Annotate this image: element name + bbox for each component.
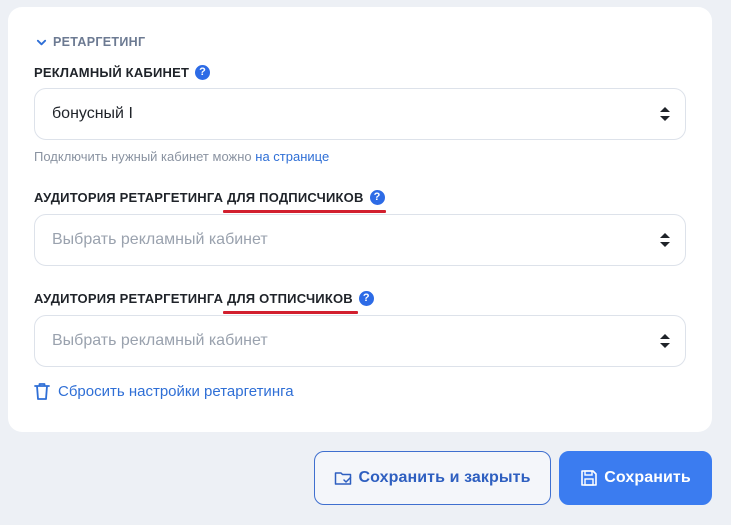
subscribers-audience-select[interactable]: Выбрать рекламный кабинет [34, 214, 686, 266]
hint-link[interactable]: на странице [255, 149, 329, 164]
label-end: ДЛЯ ПОДПИСЧИКОВ [227, 189, 364, 205]
label-start: АУДИТОРИЯ РЕТАРГЕТИНГА [34, 290, 224, 306]
sort-arrows-icon [660, 334, 670, 348]
help-icon[interactable]: ? [358, 290, 374, 306]
annotation-underline [223, 209, 386, 213]
label-end-wrap: ДЛЯ ПОДПИСЧИКОВ [223, 189, 386, 213]
save-and-close-label: Сохранить и закрыть [358, 469, 531, 486]
unsubscribers-audience-label: АУДИТОРИЯ РЕТАРГЕТИНГА ДЛЯ ОТПИСЧИКОВ ? [34, 288, 374, 314]
save-button[interactable]: Сохранить [559, 451, 712, 505]
reset-retargeting-button[interactable]: Сбросить настройки ретаргетинга [34, 379, 294, 403]
hint-text: Подключить нужный кабинет можно [34, 149, 252, 164]
unsubscribers-audience-placeholder: Выбрать рекламный кабинет [52, 332, 268, 349]
help-icon[interactable]: ? [195, 64, 211, 80]
floppy-disk-icon [581, 470, 598, 486]
label-start: АУДИТОРИЯ РЕТАРГЕТИНГА [34, 189, 224, 205]
ad-cabinet-value: бонусный I [52, 105, 133, 122]
folder-check-icon [335, 472, 352, 485]
retargeting-card: РЕТАРГЕТИНГ РЕКЛАМНЫЙ КАБИНЕТ ? бонусный… [8, 7, 712, 432]
reset-label: Сбросить настройки ретаргетинга [58, 382, 294, 400]
section-title: РЕТАРГЕТИНГ [53, 35, 146, 49]
ad-cabinet-hint: Подключить нужный кабинет можно на стран… [34, 149, 329, 164]
unsubscribers-audience-label-text: АУДИТОРИЯ РЕТАРГЕТИНГА ДЛЯ ОТПИСЧИКОВ [34, 290, 358, 314]
help-icon[interactable]: ? [369, 189, 385, 205]
ad-cabinet-label-text: РЕКЛАМНЫЙ КАБИНЕТ [34, 64, 190, 80]
label-end-wrap: ДЛЯ ОТПИСЧИКОВ [223, 290, 358, 314]
subscribers-audience-label-text: АУДИТОРИЯ РЕТАРГЕТИНГА ДЛЯ ПОДПИСЧИКОВ [34, 189, 386, 213]
save-and-close-button[interactable]: Сохранить и закрыть [314, 451, 551, 505]
sort-arrows-icon [660, 233, 670, 247]
ad-cabinet-label: РЕКЛАМНЫЙ КАБИНЕТ ? [34, 62, 211, 82]
trash-icon [34, 383, 50, 400]
subscribers-audience-placeholder: Выбрать рекламный кабинет [52, 231, 268, 248]
unsubscribers-audience-select[interactable]: Выбрать рекламный кабинет [34, 315, 686, 367]
sort-arrows-icon [660, 107, 670, 121]
retargeting-section-toggle[interactable]: РЕТАРГЕТИНГ [36, 29, 145, 55]
chevron-down-icon [36, 39, 47, 45]
ad-cabinet-select[interactable]: бонусный I [34, 88, 686, 140]
subscribers-audience-label: АУДИТОРИЯ РЕТАРГЕТИНГА ДЛЯ ПОДПИСЧИКОВ ? [34, 187, 386, 213]
label-end: ДЛЯ ОТПИСЧИКОВ [227, 290, 353, 306]
annotation-underline [223, 310, 358, 314]
save-label: Сохранить [604, 469, 691, 486]
